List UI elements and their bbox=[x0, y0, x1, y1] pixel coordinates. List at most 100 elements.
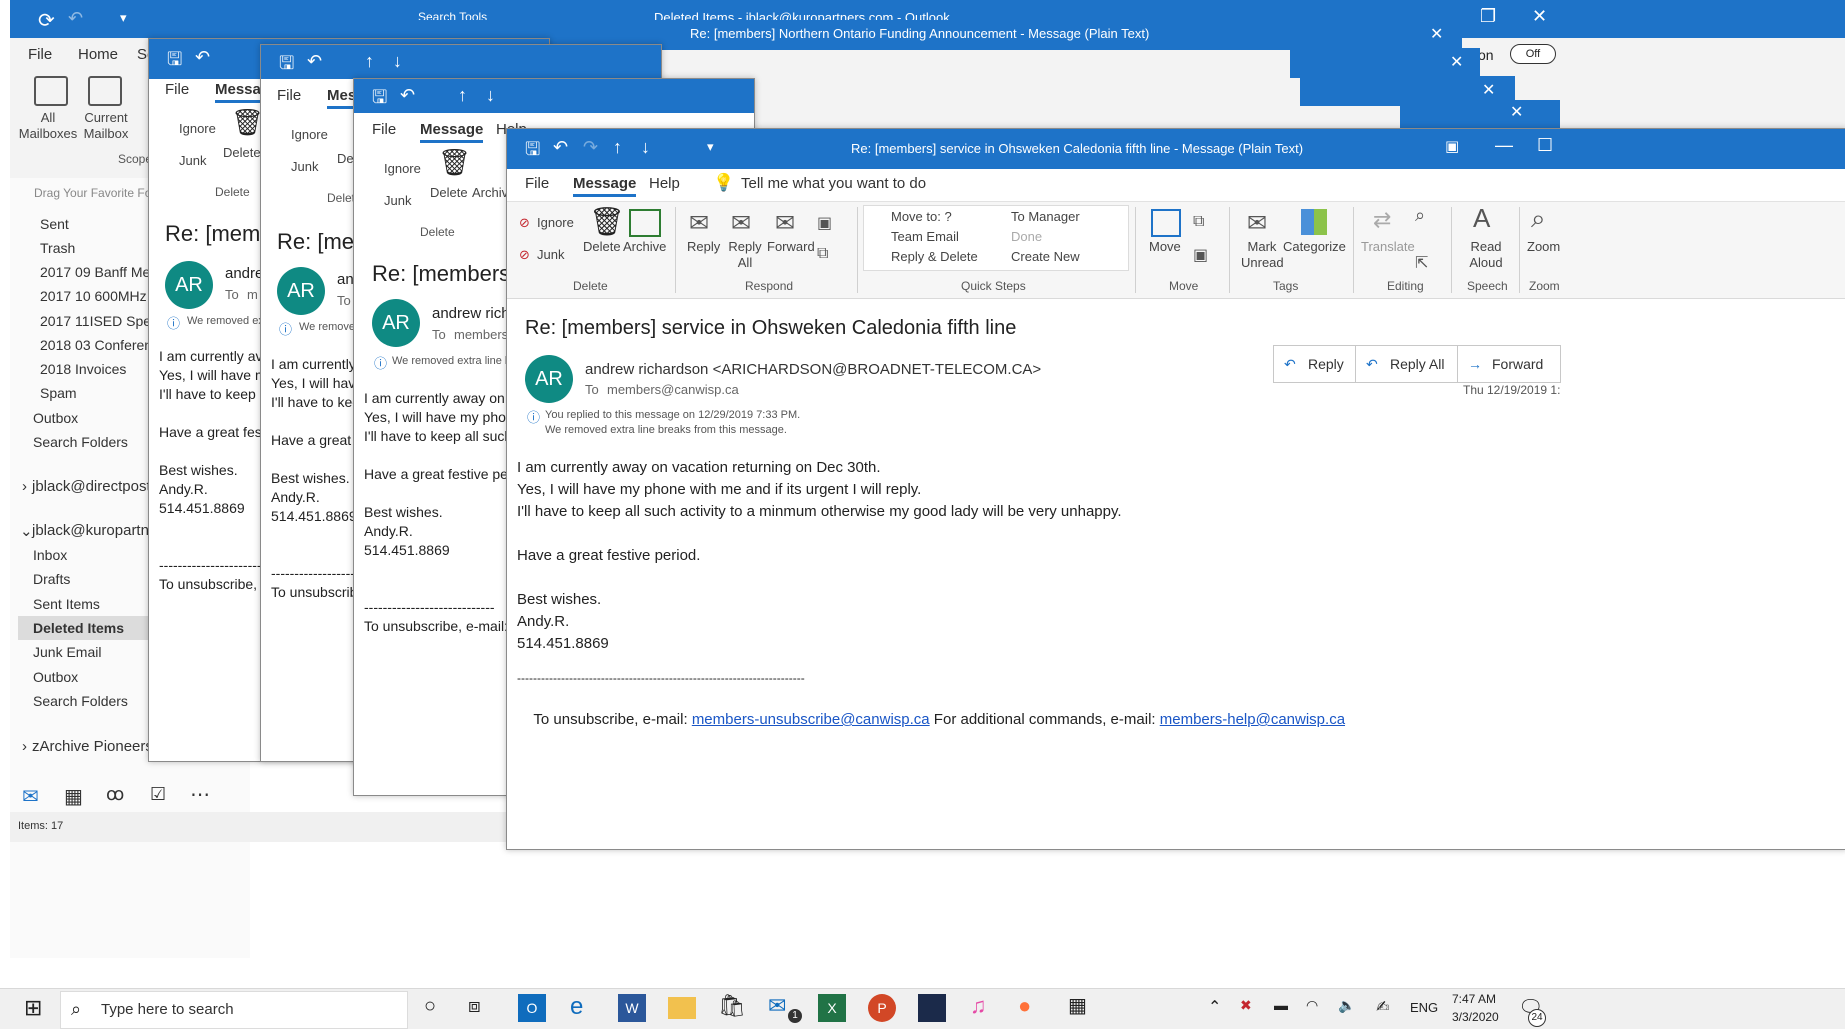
refresh-icon[interactable]: ⟳ bbox=[38, 8, 55, 33]
meeting-icon[interactable]: ▣ bbox=[817, 213, 832, 233]
qs-to-manager[interactable]: To Manager bbox=[1011, 209, 1080, 224]
word-icon[interactable]: W bbox=[618, 994, 646, 1022]
bg2-close-icon[interactable]: ✕ bbox=[1450, 52, 1463, 72]
delete-button[interactable]: Delete bbox=[583, 239, 621, 254]
to-recipient[interactable]: members@canwisp.ca bbox=[607, 382, 739, 397]
account-archive[interactable]: zArchive Pioneers bbox=[32, 738, 153, 755]
qs-team-email[interactable]: Team Email bbox=[891, 229, 959, 244]
sender-name[interactable]: andrew richardson <ARICHARDSON@BROADNET-… bbox=[585, 361, 1041, 378]
folder-item[interactable]: Sent bbox=[40, 216, 69, 232]
folder-item-sent-items[interactable]: Sent Items bbox=[33, 596, 100, 612]
window-c-junk-button[interactable]: Junk bbox=[384, 193, 411, 208]
window-c-delete-button[interactable]: Delete bbox=[430, 185, 468, 200]
window-a-ignore-button[interactable]: Ignore bbox=[179, 121, 216, 136]
more-icon[interactable]: ⋯ bbox=[190, 782, 210, 807]
store-icon[interactable]: 🛍 bbox=[718, 993, 746, 1019]
mark-unread-button[interactable]: Mark Unread bbox=[1241, 239, 1284, 271]
expand-chevron-icon[interactable]: › bbox=[22, 478, 27, 495]
pen-icon[interactable]: ✍ bbox=[1376, 997, 1389, 1017]
customize-qat-icon[interactable]: ▾ bbox=[707, 139, 714, 155]
folder-item-junk[interactable]: Junk Email bbox=[33, 644, 101, 660]
sender-avatar[interactable]: AR bbox=[525, 355, 573, 403]
unsubscribe-link[interactable]: members-unsubscribe@canwisp.ca bbox=[692, 711, 930, 728]
ignore-button[interactable]: Ignore bbox=[537, 215, 574, 230]
folder-item-inbox[interactable]: Inbox bbox=[33, 547, 67, 563]
window-b-junk-button[interactable]: Junk bbox=[291, 159, 318, 174]
folder-item-drafts[interactable]: Drafts bbox=[33, 571, 70, 587]
reply-header-button[interactable]: ↶ Reply bbox=[1273, 345, 1357, 383]
reply-all-button[interactable]: Reply All bbox=[727, 239, 763, 271]
previous-item-icon[interactable]: ↑ bbox=[613, 137, 622, 158]
window-a-delete-button[interactable]: Delete bbox=[223, 145, 261, 160]
language-indicator[interactable]: ENG bbox=[1410, 1000, 1438, 1015]
folder-item[interactable]: 2017 10 600MHz bbox=[40, 288, 147, 304]
app-icon[interactable] bbox=[918, 994, 946, 1022]
forward-button[interactable]: Forward bbox=[767, 239, 815, 254]
account-kuropartners[interactable]: jblack@kuropartn bbox=[32, 522, 149, 539]
save-icon[interactable]: 🖫 bbox=[372, 85, 387, 115]
folder-item[interactable]: Outbox bbox=[33, 410, 78, 426]
folder-item[interactable]: Trash bbox=[40, 240, 75, 256]
window-c-ignore-button[interactable]: Ignore bbox=[384, 161, 421, 176]
mail-app-icon[interactable]: ✉ bbox=[768, 993, 786, 1019]
down-arrow-icon[interactable]: ↓ bbox=[393, 51, 402, 72]
window-b-message-tab[interactable]: Mes bbox=[327, 87, 357, 109]
tab-help[interactable]: Help bbox=[649, 175, 680, 192]
undo-icon[interactable]: ↶ bbox=[307, 51, 322, 72]
clock-time[interactable]: 7:47 AM bbox=[1452, 992, 1496, 1006]
reply-button[interactable]: Reply bbox=[687, 239, 720, 254]
coming-soon-toggle[interactable]: Off bbox=[1510, 44, 1556, 64]
start-button[interactable]: ⊞ bbox=[24, 995, 42, 1021]
bg3-close-icon[interactable]: ✕ bbox=[1482, 80, 1495, 100]
main-tab-file[interactable]: File bbox=[28, 46, 52, 63]
ribbon-display-icon[interactable]: ▣ bbox=[1445, 137, 1459, 155]
folder-item-outbox[interactable]: Outbox bbox=[33, 669, 78, 685]
forward-header-button[interactable]: → Forward bbox=[1457, 345, 1561, 383]
undo-icon[interactable]: ↶ bbox=[68, 8, 83, 29]
replied-info[interactable]: You replied to this message on 12/29/201… bbox=[545, 409, 800, 421]
qs-reply-delete[interactable]: Reply & Delete bbox=[891, 249, 978, 264]
move-button[interactable]: Move bbox=[1149, 239, 1181, 254]
volume-icon[interactable]: 🔈 bbox=[1338, 997, 1355, 1014]
save-icon[interactable]: 🖫 bbox=[167, 47, 182, 77]
window-a-junk-button[interactable]: Junk bbox=[179, 153, 206, 168]
more-respond-icon[interactable]: ⧉ bbox=[817, 245, 828, 263]
close-button[interactable]: ✕ bbox=[1532, 6, 1547, 27]
save-icon[interactable]: 🖫 bbox=[525, 137, 540, 167]
tray-app-icon[interactable]: ✖ bbox=[1240, 997, 1252, 1014]
line-breaks-info[interactable]: We removed extra line breaks from this m… bbox=[545, 424, 787, 436]
main-tab-home[interactable]: Home bbox=[78, 46, 118, 63]
battery-icon[interactable]: ▬ bbox=[1274, 997, 1288, 1013]
tasks-icon[interactable]: ☑ bbox=[150, 784, 166, 805]
onenote-icon[interactable]: ▣ bbox=[1193, 245, 1208, 265]
undo-icon[interactable]: ↶ bbox=[400, 85, 415, 106]
save-icon[interactable]: 🖫 bbox=[279, 51, 294, 81]
minimize-button[interactable]: — bbox=[1495, 135, 1513, 156]
down-arrow-icon[interactable]: ↓ bbox=[486, 85, 495, 106]
bg4-close-icon[interactable]: ✕ bbox=[1510, 102, 1523, 122]
collapse-chevron-icon[interactable]: ⌄ bbox=[20, 522, 33, 540]
zoom-button[interactable]: Zoom bbox=[1527, 239, 1560, 254]
window-b-file-tab[interactable]: File bbox=[277, 87, 301, 104]
outlook-taskbar-icon[interactable]: O bbox=[518, 994, 546, 1022]
itunes-icon[interactable]: ♫ bbox=[970, 993, 987, 1019]
customize-icon[interactable]: ▾ bbox=[120, 10, 127, 26]
folder-item-deleted-items[interactable]: Deleted Items bbox=[33, 620, 124, 636]
all-mailboxes-button[interactable]: All Mailboxes bbox=[18, 110, 78, 142]
folder-item[interactable]: 2017 09 Banff Meeti bbox=[40, 264, 165, 280]
current-mailbox-button[interactable]: Current Mailbox bbox=[76, 110, 136, 142]
categorize-button[interactable]: Categorize bbox=[1283, 239, 1346, 254]
window-b-ignore-button[interactable]: Ignore bbox=[291, 127, 328, 142]
task-view-icon[interactable]: ⧈ bbox=[468, 995, 481, 1018]
up-arrow-icon[interactable]: ↑ bbox=[365, 51, 374, 72]
qs-done[interactable]: Done bbox=[1011, 229, 1042, 244]
window-c-file-tab[interactable]: File bbox=[372, 121, 396, 138]
folder-item[interactable]: 2018 Invoices bbox=[40, 361, 126, 377]
up-arrow-icon[interactable]: ↑ bbox=[458, 85, 467, 106]
bg-close-icon[interactable]: ✕ bbox=[1430, 24, 1443, 44]
taskbar-search[interactable]: ⌕ Type here to search bbox=[60, 991, 408, 1029]
reply-all-header-button[interactable]: ↶ Reply All bbox=[1355, 345, 1459, 383]
folder-item-search-folders[interactable]: Search Folders bbox=[33, 693, 128, 709]
account-directpost[interactable]: jblack@directpost bbox=[32, 478, 151, 495]
translate-button[interactable]: Translate bbox=[1361, 239, 1415, 254]
